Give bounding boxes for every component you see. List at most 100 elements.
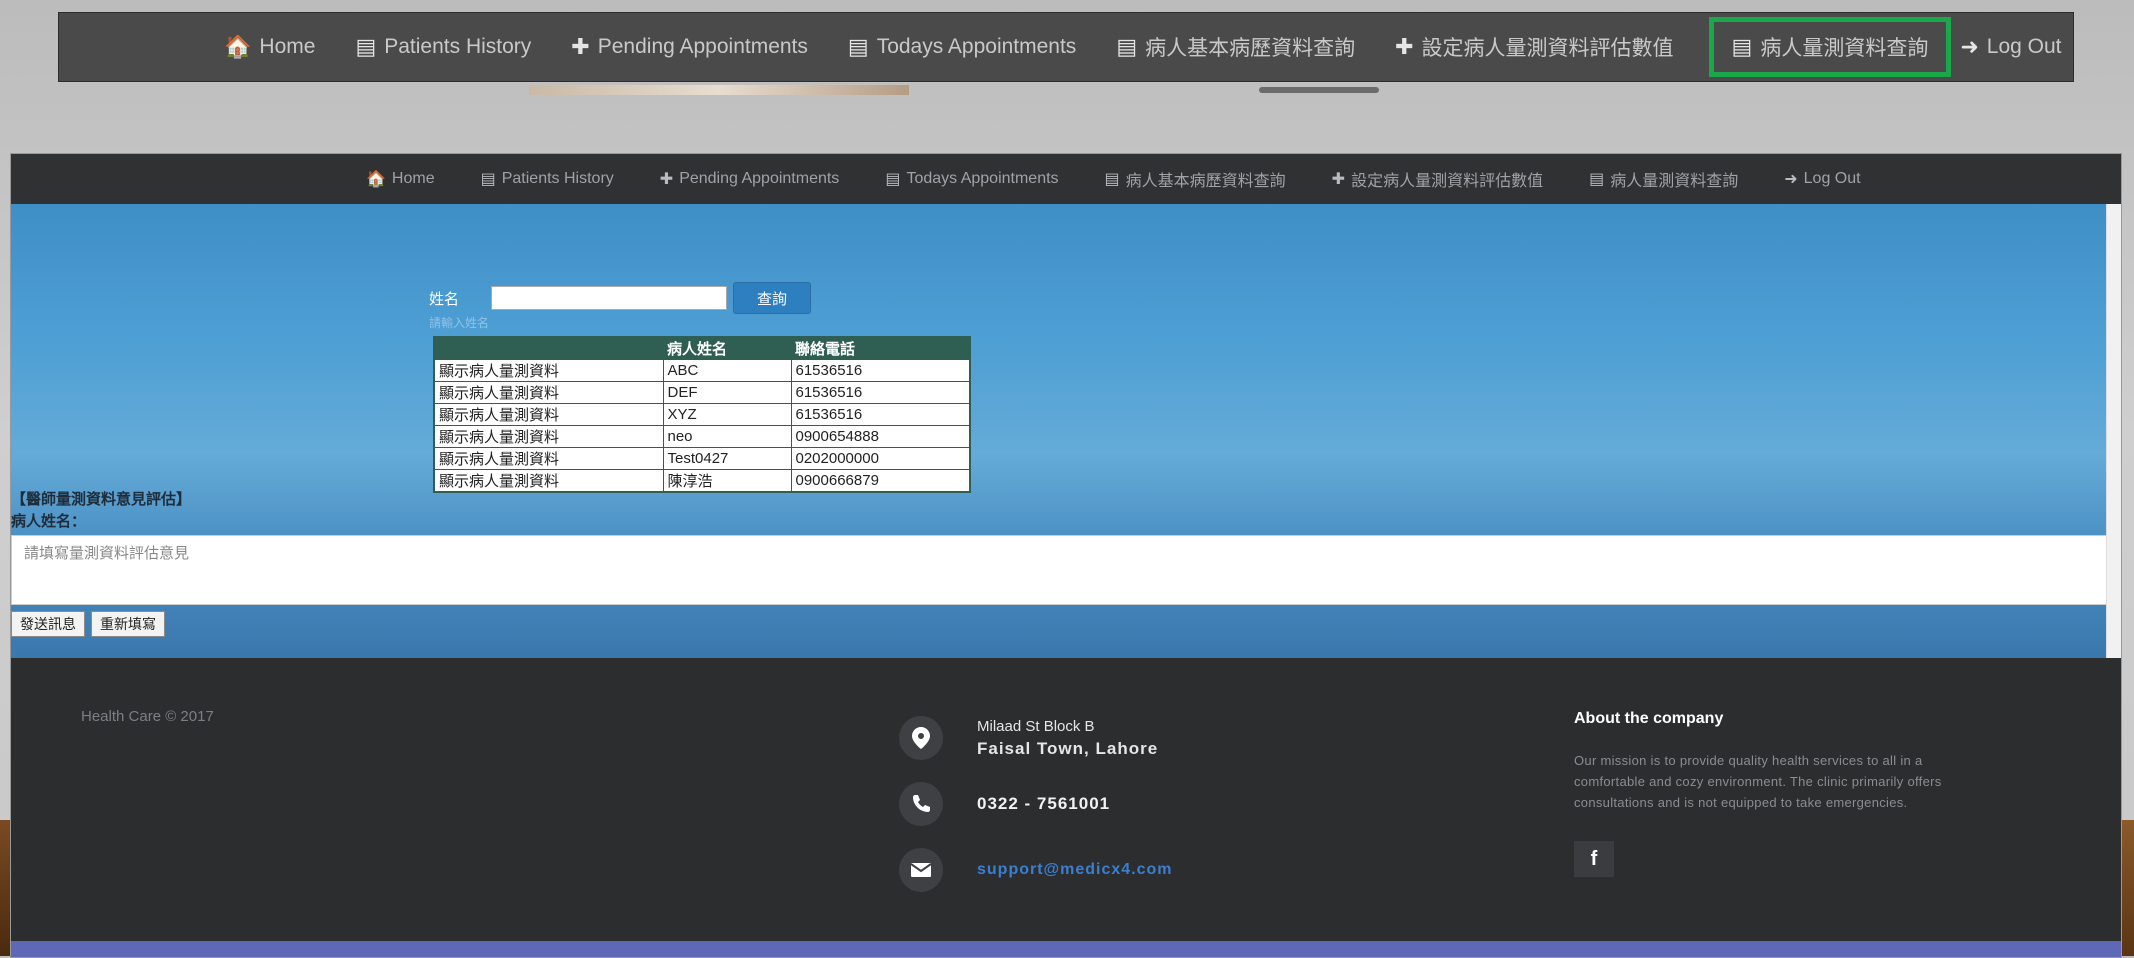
nav-pending-appointments[interactable]: ✚ Pending Appointments bbox=[660, 169, 840, 189]
table-row: 顯示病人量測資料 DEF 61536516 bbox=[433, 381, 971, 404]
list-icon: ▤ bbox=[480, 171, 496, 188]
show-measurement-link[interactable]: 顯示病人量測資料 bbox=[433, 359, 664, 382]
list-icon: ▤ bbox=[1589, 171, 1605, 188]
patient-phone-cell: 0900666879 bbox=[790, 469, 971, 493]
patient-name-cell: neo bbox=[662, 425, 792, 448]
table-row: 顯示病人量測資料 陳淳浩 0900666879 bbox=[433, 469, 971, 493]
zoom-nav-logout[interactable]: ➜ Log Out bbox=[1960, 34, 2061, 60]
nav-label: Log Out bbox=[1803, 170, 1861, 187]
zoom-nav-patient-record-query[interactable]: ▤ 病人基本病歷資料查詢 bbox=[1116, 32, 1355, 62]
support-email-link[interactable]: support@medicx4.com bbox=[977, 861, 1173, 879]
table-row: 顯示病人量測資料 neo 0900654888 bbox=[433, 425, 971, 448]
phone-number: 0322 - 7561001 bbox=[977, 794, 1111, 813]
table-header-phone: 聯絡電話 bbox=[791, 337, 970, 360]
plus-icon: ✚ bbox=[571, 34, 590, 59]
evaluation-textarea[interactable]: 請填寫量測資料評估意見 bbox=[11, 535, 2107, 605]
footer: Health Care © 2017 Milaad St Block B Fai… bbox=[11, 658, 2121, 941]
zoom-nav-home[interactable]: 🏠 Home bbox=[224, 34, 315, 60]
about-title: About the company bbox=[1574, 710, 1724, 727]
zoom-nav-pending-appointments[interactable]: ✚ Pending Appointments bbox=[571, 34, 808, 60]
list-icon: ▤ bbox=[1104, 171, 1120, 188]
nav-measurement-query[interactable]: ▤ 病人量測資料查詢 bbox=[1589, 167, 1738, 191]
patient-name-cell: Test0427 bbox=[662, 447, 792, 470]
table-row: 顯示病人量測資料 XYZ 61536516 bbox=[433, 403, 971, 426]
contact-info: Milaad St Block B Faisal Town, Lahore 03… bbox=[899, 716, 1173, 914]
nav-label: 病人量測資料查詢 bbox=[1610, 173, 1739, 190]
zoom-nav-label: 病人量測資料查詢 bbox=[1760, 37, 1929, 60]
show-measurement-link[interactable]: 顯示病人量測資料 bbox=[433, 381, 664, 404]
nav-patient-record-query[interactable]: ▤ 病人基本病歷資料查詢 bbox=[1105, 167, 1286, 191]
table-row: 顯示病人量測資料 ABC 61536516 bbox=[433, 359, 971, 382]
patient-name-cell: XYZ bbox=[662, 403, 792, 426]
footer-bottom-bar bbox=[11, 941, 2121, 957]
envelope-icon bbox=[899, 848, 943, 892]
page-screenshot: 🏠 Home ▤ Patients History ✚ Pending Appoint… bbox=[10, 153, 2122, 958]
home-icon: 🏠 bbox=[366, 171, 386, 188]
zoom-nav-label: Log Out bbox=[1986, 35, 2062, 58]
list-icon: ▤ bbox=[355, 34, 377, 59]
banner-image-strip bbox=[1259, 87, 1379, 93]
copyright: Health Care © 2017 bbox=[81, 708, 214, 725]
name-search-input[interactable] bbox=[491, 286, 727, 310]
nav-label: Home bbox=[391, 170, 435, 187]
table-header-name: 病人姓名 bbox=[663, 337, 791, 360]
email-row: support@medicx4.com bbox=[899, 848, 1173, 892]
home-icon: 🏠 bbox=[224, 34, 252, 59]
navbar: 🏠 Home ▤ Patients History ✚ Pending Appoint… bbox=[11, 154, 2121, 204]
list-icon: ▤ bbox=[847, 34, 869, 59]
evaluation-title: 【醫師量測資料意見評估】 bbox=[11, 491, 192, 508]
table-header-action bbox=[434, 337, 663, 360]
patient-name-cell: DEF bbox=[662, 381, 792, 404]
nav-set-evaluation-values[interactable]: ✚ 設定病人量測資料評估數值 bbox=[1332, 167, 1543, 191]
reset-button[interactable]: 重新填寫 bbox=[91, 611, 165, 637]
logout-icon: ➜ bbox=[1960, 34, 1979, 59]
nav-todays-appointments[interactable]: ▤ Todays Appointments bbox=[885, 169, 1058, 189]
plus-icon: ✚ bbox=[1331, 171, 1346, 188]
patient-table: 病人姓名 聯絡電話 顯示病人量測資料 ABC 61536516 顯示病人量測資料… bbox=[433, 336, 971, 493]
address-line-1: Milaad St Block B bbox=[977, 717, 1095, 735]
nav-home[interactable]: 🏠 Home bbox=[366, 169, 435, 189]
list-icon: ▤ bbox=[885, 171, 901, 188]
evaluation-buttons: 發送訊息 重新填寫 bbox=[11, 611, 165, 637]
location-pin-icon bbox=[899, 716, 943, 760]
zoom-nav-patients-history[interactable]: ▤ Patients History bbox=[355, 34, 531, 60]
list-icon: ▤ bbox=[1731, 34, 1753, 59]
zoom-nav-label: Todays Appointments bbox=[876, 35, 1077, 58]
table-row: 顯示病人量測資料 Test0427 0202000000 bbox=[433, 447, 971, 470]
zoom-nav-label: Pending Appointments bbox=[597, 35, 808, 58]
banner-image-strip bbox=[529, 85, 909, 95]
patient-name-cell: 陳淳浩 bbox=[662, 469, 792, 493]
patient-name-cell: ABC bbox=[662, 359, 792, 382]
zoom-nav-label: Home bbox=[259, 35, 316, 58]
facebook-icon[interactable]: f bbox=[1574, 841, 1614, 877]
search-button[interactable]: 查詢 bbox=[733, 282, 811, 314]
show-measurement-link[interactable]: 顯示病人量測資料 bbox=[433, 403, 664, 426]
nav-patients-history[interactable]: ▤ Patients History bbox=[481, 169, 614, 189]
zoom-nav-label: 設定病人量測資料評估數值 bbox=[1421, 37, 1674, 60]
phone-icon bbox=[899, 782, 943, 826]
zoom-nav-measurement-query-highlighted[interactable]: ▤ 病人量測資料查詢 bbox=[1708, 17, 1952, 77]
nav-logout[interactable]: ➜ Log Out bbox=[1784, 169, 1860, 189]
address-row: Milaad St Block B Faisal Town, Lahore bbox=[899, 716, 1173, 760]
page-scrollbar[interactable] bbox=[2106, 204, 2121, 658]
zoom-nav-set-evaluation-values[interactable]: ✚ 設定病人量測資料評估數值 bbox=[1395, 32, 1673, 62]
show-measurement-link[interactable]: 顯示病人量測資料 bbox=[433, 425, 664, 448]
zoomed-nav-items: 🏠 Home ▤ Patients History ✚ Pending Appoint… bbox=[59, 13, 2073, 81]
plus-icon: ✚ bbox=[659, 171, 674, 188]
patient-phone-cell: 61536516 bbox=[790, 381, 971, 404]
plus-icon: ✚ bbox=[1395, 34, 1414, 59]
show-measurement-link[interactable]: 顯示病人量測資料 bbox=[433, 469, 664, 493]
nav-label: 設定病人量測資料評估數值 bbox=[1351, 173, 1544, 190]
show-measurement-link[interactable]: 顯示病人量測資料 bbox=[433, 447, 664, 470]
patient-phone-cell: 0202000000 bbox=[790, 447, 971, 470]
patient-phone-cell: 61536516 bbox=[790, 403, 971, 426]
zoomed-navbar: 🏠 Home ▤ Patients History ✚ Pending Appoint… bbox=[58, 12, 2074, 95]
zoom-nav-todays-appointments[interactable]: ▤ Todays Appointments bbox=[848, 34, 1076, 60]
nav-label: 病人基本病歷資料查詢 bbox=[1125, 173, 1286, 190]
search-hint: 請輸入姓名 bbox=[429, 316, 490, 330]
send-message-button[interactable]: 發送訊息 bbox=[11, 611, 85, 637]
patient-phone-cell: 0900654888 bbox=[790, 425, 971, 448]
nav-label: Todays Appointments bbox=[906, 170, 1059, 187]
search-row: 姓名 查詢 bbox=[429, 282, 811, 314]
search-label: 姓名 bbox=[429, 290, 460, 308]
